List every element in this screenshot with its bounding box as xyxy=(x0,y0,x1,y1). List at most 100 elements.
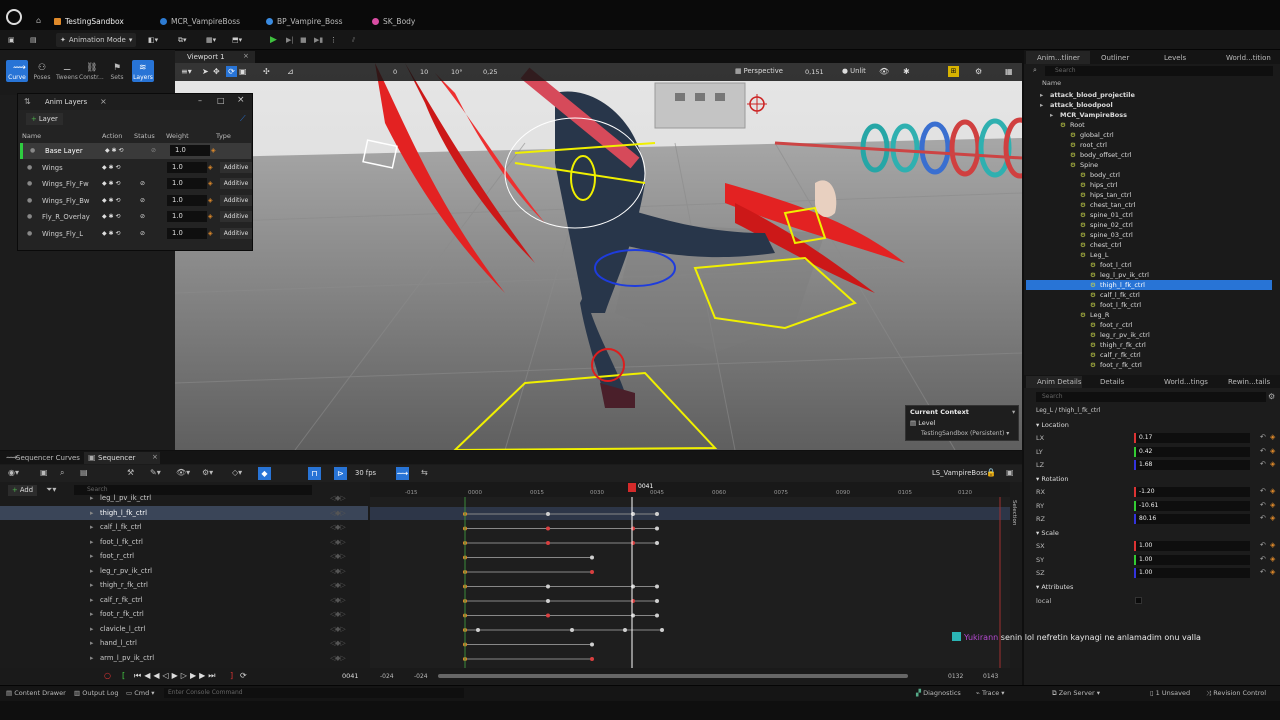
reset-icon[interactable]: ↶ xyxy=(1260,447,1266,455)
camera-icon[interactable]: ◉▾ xyxy=(8,468,19,477)
save-icon[interactable]: ▣ xyxy=(8,33,15,47)
reset-icon[interactable]: ↶ xyxy=(1260,568,1266,576)
find-icon[interactable]: ⌕ xyxy=(60,468,64,478)
outliner-item[interactable]: ⚙ leg_l_pv_ik_ctrl xyxy=(1026,270,1272,280)
track-key-controls[interactable]: ◁◆▷ xyxy=(330,596,346,604)
track-row[interactable]: ▸ clavicle_l_ctrl ◁◆▷ xyxy=(0,622,368,636)
chevron-right-icon[interactable]: ▸ xyxy=(90,509,93,517)
unlit-dropdown[interactable]: ● Unlit xyxy=(842,67,866,75)
record-button[interactable]: ○ xyxy=(104,671,111,680)
status-icon[interactable]: ⊘ xyxy=(140,230,145,237)
settings-icon[interactable]: ⚙ xyxy=(975,67,982,76)
loop-mode-icon[interactable]: ⟳ xyxy=(240,671,247,680)
content-icon[interactable]: ▤ xyxy=(30,33,37,47)
outliner-item[interactable]: ⚙ Leg_L xyxy=(1026,250,1272,260)
sets-icon[interactable]: ⚑ xyxy=(113,63,121,73)
transform-space-icon[interactable]: ✣ xyxy=(263,67,270,76)
status-icon[interactable]: ⊘ xyxy=(140,197,145,204)
outliner-item[interactable]: ▸ MCR_VampireBoss xyxy=(1026,110,1272,120)
chevron-right-icon[interactable]: ▸ xyxy=(90,538,93,546)
track-key-controls[interactable]: ◁◆▷ xyxy=(330,538,346,546)
outliner-item[interactable]: ⚙ foot_r_ctrl xyxy=(1026,320,1272,330)
key-icon[interactable]: ◈ xyxy=(1270,433,1275,441)
layer-row[interactable]: ● Wings ◆ ✱ ⟲ 1.0 ◈ Additive xyxy=(20,160,252,176)
field-value[interactable]: 1.00 xyxy=(1134,568,1250,578)
snap-zero-value[interactable]: 0 xyxy=(393,68,397,76)
stop-button[interactable]: ■ xyxy=(300,33,307,47)
layer-settings-icon[interactable]: ⟋ xyxy=(240,114,246,124)
platforms-icon[interactable]: ⫽ xyxy=(352,33,355,47)
timeline-scrollbar[interactable] xyxy=(438,674,908,678)
view-icon[interactable]: 👁▾ xyxy=(176,468,190,477)
play-button[interactable]: ▶ xyxy=(270,33,277,47)
track-row[interactable]: ▸ foot_r_ctrl ◁◆▷ xyxy=(0,549,368,563)
outliner-item[interactable]: ⚙ calf_r_fk_ctrl xyxy=(1026,350,1272,360)
cinematics-icon[interactable]: ▦▾ xyxy=(206,33,216,47)
field-value[interactable]: -1.20 xyxy=(1134,487,1250,497)
outliner-item[interactable]: ⚙ Spine xyxy=(1026,160,1272,170)
diagnostics-button[interactable]: ▞ Diagnostics xyxy=(916,689,961,697)
chevron-right-icon[interactable]: ▸ xyxy=(90,581,93,589)
weight-key-icon[interactable]: ◈ xyxy=(208,180,213,187)
revision-control-button[interactable]: ⤨ Revision Control xyxy=(1206,689,1266,698)
key-icon[interactable]: ◈ xyxy=(1270,555,1275,563)
weight-key-icon[interactable]: ◈ xyxy=(211,147,216,154)
tab-mcr-vampireboss[interactable]: MCR_VampireBoss xyxy=(160,14,240,28)
range-end[interactable]: 0143 xyxy=(983,673,998,680)
sequence-settings-icon[interactable]: ▣ xyxy=(1006,468,1014,477)
outliner-item[interactable]: ▸ attack_blood_projectile xyxy=(1026,90,1272,100)
chevron-right-icon[interactable]: ▸ xyxy=(90,596,93,604)
track-key-controls[interactable]: ◁◆▷ xyxy=(330,639,346,647)
outliner-item[interactable]: ⚙ thigh_r_fk_ctrl xyxy=(1026,340,1272,350)
tab-bp-vampire-boss[interactable]: BP_Vampire_Boss xyxy=(266,14,343,28)
track-row[interactable]: ▸ foot_r_fk_ctrl ◁◆▷ xyxy=(0,607,368,621)
output-log-button[interactable]: ▥ Output Log xyxy=(74,689,118,697)
timeline-ruler[interactable] xyxy=(370,482,1010,497)
reset-icon[interactable]: ↶ xyxy=(1260,514,1266,522)
cmd-dropdown[interactable]: ▭ Cmd ▾ xyxy=(126,689,155,697)
blueprint-menu-icon[interactable]: ⧉▾ xyxy=(178,33,187,47)
surface-snap-icon[interactable]: ⊿ xyxy=(287,67,294,76)
outliner-item[interactable]: ⚙ leg_r_pv_ik_ctrl xyxy=(1026,330,1272,340)
status-icon[interactable]: ⊘ xyxy=(151,147,156,154)
track-key-controls[interactable]: ◁◆▷ xyxy=(330,523,346,531)
chevron-right-icon[interactable]: ▸ xyxy=(90,523,93,531)
chevron-right-icon[interactable]: ▸ xyxy=(90,625,93,633)
outliner-item[interactable]: ⚙ hips_ctrl xyxy=(1026,180,1272,190)
chevron-right-icon[interactable]: ▸ xyxy=(90,654,93,662)
outliner-item[interactable]: ⚙ root_ctrl xyxy=(1026,140,1272,150)
weight-field[interactable]: 1.0 xyxy=(170,145,210,156)
track-key-controls[interactable]: ◁◆▷ xyxy=(330,625,346,633)
auto-key-icon[interactable]: ◆ xyxy=(258,467,271,480)
scale-section[interactable]: ▾ Scale xyxy=(1036,529,1059,537)
tab-sequencer-curves[interactable]: ⟿ Sequencer Curves xyxy=(2,452,82,464)
outliner-item[interactable]: ⚙ spine_03_ctrl xyxy=(1026,230,1272,240)
track-row[interactable]: ▸ leg_r_pv_ik_ctrl ◁◆▷ xyxy=(0,564,368,578)
outliner-item[interactable]: ⚙ spine_02_ctrl xyxy=(1026,220,1272,230)
tab-levels[interactable]: Levels xyxy=(1164,54,1186,62)
viewport[interactable] xyxy=(175,63,1022,450)
zen-server-button[interactable]: ⧉ Zen Server ▾ xyxy=(1052,689,1100,698)
track-key-controls[interactable]: ◁◆▷ xyxy=(330,610,346,618)
key-icon[interactable]: ◈ xyxy=(1270,487,1275,495)
field-value[interactable]: 0.17 xyxy=(1134,433,1250,443)
status-icon[interactable]: ⊘ xyxy=(140,180,145,187)
trace-dropdown[interactable]: ⌁ Trace ▾ xyxy=(976,689,1005,697)
select-tool-icon[interactable]: ➤ xyxy=(202,67,209,76)
key-icon[interactable]: ◆ ✱ ⟲ xyxy=(102,213,120,220)
field-value[interactable]: -10.61 xyxy=(1134,501,1250,511)
poses-icon[interactable]: ⚇ xyxy=(38,63,46,73)
layer-row[interactable]: ● Base Layer ◆ ✱ ⟲ ⊘ 1.0 ◈ xyxy=(20,143,251,159)
field-value[interactable]: 80.16 xyxy=(1134,514,1250,524)
close-tab-icon[interactable]: × xyxy=(100,97,107,106)
weight-key-icon[interactable]: ◈ xyxy=(208,164,213,171)
playback-options-icon[interactable]: ⚙▾ xyxy=(202,468,213,477)
tab-world-settings[interactable]: World...tings xyxy=(1164,378,1208,386)
frame-field[interactable]: 0041 xyxy=(342,672,359,680)
minimize-icon[interactable]: – xyxy=(198,96,202,105)
layer-row[interactable]: ● Fly_R_Overlay ◆ ✱ ⟲ ⊘ 1.0 ◈ Additive xyxy=(20,209,252,225)
layer-row[interactable]: ● Wings_Fly_Bw ◆ ✱ ⟲ ⊘ 1.0 ◈ Additive xyxy=(20,193,252,209)
curve-editor-icon[interactable]: ⟿ xyxy=(396,467,409,480)
reset-icon[interactable]: ↶ xyxy=(1260,541,1266,549)
chevron-down-icon[interactable]: ▾ xyxy=(1012,408,1015,416)
